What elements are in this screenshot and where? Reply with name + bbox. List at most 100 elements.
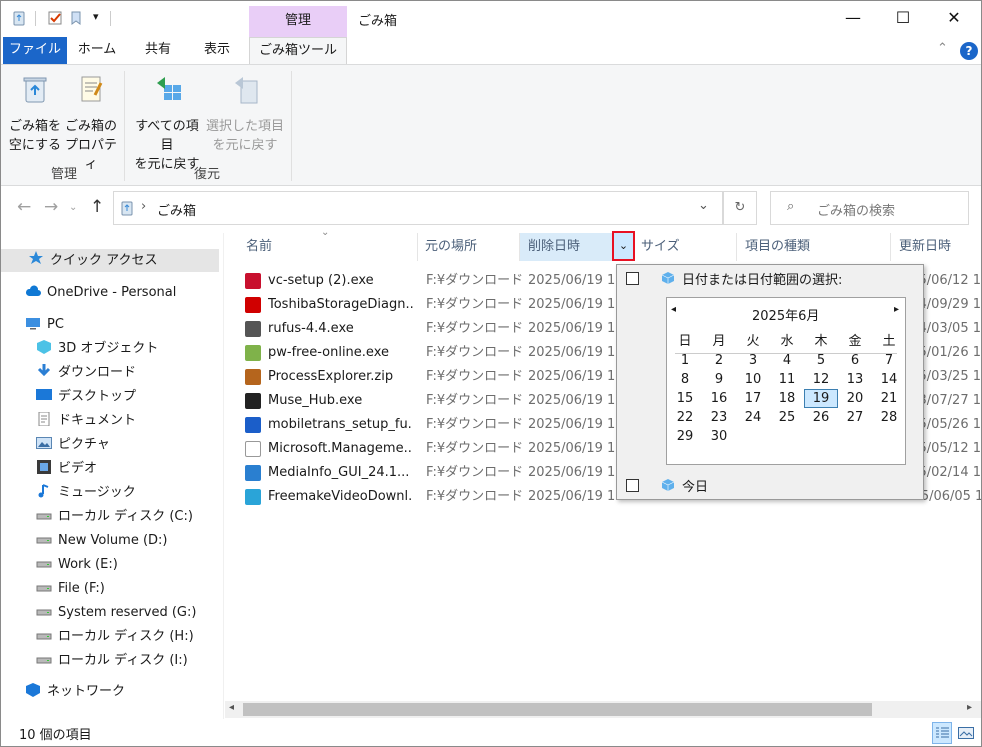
drive-icon <box>36 627 52 641</box>
calendar-day[interactable]: 8 <box>668 370 702 389</box>
sidebar-item-4[interactable]: ダウンロード <box>36 361 136 384</box>
calendar-day[interactable]: 14 <box>872 370 906 389</box>
sidebar-item-10[interactable]: ローカル ディスク (C:) <box>36 505 193 528</box>
column-header-modified[interactable]: 更新日時 <box>891 233 981 261</box>
sidebar-item-2[interactable]: PC <box>25 313 64 336</box>
close-button[interactable]: ✕ <box>931 1 977 37</box>
calendar-day[interactable]: 1 <box>668 351 702 370</box>
calendar-day[interactable]: 10 <box>736 370 770 389</box>
column-header-size[interactable]: サイズ <box>635 233 735 261</box>
sidebar-item-1[interactable]: OneDrive - Personal <box>25 281 176 304</box>
calendar-day[interactable]: 13 <box>838 370 872 389</box>
deleted-filter-dropdown-button[interactable]: ⌄ <box>612 231 635 261</box>
restore-all-button[interactable]: すべての項目 を元に戻す <box>129 65 205 174</box>
sidebar-item-15[interactable]: ローカル ディスク (H:) <box>36 625 194 648</box>
calendar-day-selected[interactable]: 19 <box>804 389 838 408</box>
sidebar-item-13[interactable]: File (F:) <box>36 577 105 600</box>
calendar-day[interactable]: 22 <box>668 408 702 427</box>
maximize-button[interactable]: ☐ <box>880 1 926 37</box>
calendar-day[interactable]: 2 <box>702 351 736 370</box>
tab-share[interactable]: 共有 <box>133 37 183 64</box>
date-range-checkbox[interactable] <box>626 272 639 285</box>
sidebar-item-8[interactable]: ビデオ <box>36 457 97 480</box>
calendar-day[interactable]: 12 <box>804 370 838 389</box>
calendar-month-title[interactable]: 2025年6月 <box>752 305 819 324</box>
tab-home[interactable]: ホーム <box>71 37 123 64</box>
sidebar-item-12[interactable]: Work (E:) <box>36 553 118 576</box>
calendar-day[interactable]: 20 <box>838 389 872 408</box>
sidebar-item-3[interactable]: 3D オブジェクト <box>36 337 158 360</box>
calendar-day[interactable]: 11 <box>770 370 804 389</box>
calendar-day[interactable]: 5 <box>804 351 838 370</box>
help-icon[interactable]: ? <box>960 42 978 60</box>
prev-month-icon[interactable]: ◂ <box>671 304 676 315</box>
calendar-day[interactable]: 15 <box>668 389 702 408</box>
calendar-day[interactable]: 23 <box>702 408 736 427</box>
calendar-day[interactable]: 7 <box>872 351 906 370</box>
file-name: Muse_Hub.exe <box>268 393 363 408</box>
today-checkbox[interactable] <box>626 479 639 492</box>
tab-recycle-bin-tools[interactable]: ごみ箱ツール <box>249 37 347 65</box>
drive-icon <box>36 555 52 569</box>
sidebar-item-7[interactable]: ピクチャ <box>36 433 110 456</box>
calendar-day[interactable]: 6 <box>838 351 872 370</box>
calendar-day[interactable]: 30 <box>702 427 736 446</box>
column-header-type[interactable]: 項目の種類 <box>737 233 890 261</box>
forward-arrow-icon[interactable]: → <box>44 197 58 217</box>
calendar-day[interactable]: 17 <box>736 389 770 408</box>
scroll-right-icon[interactable]: ▸ <box>967 702 972 713</box>
sidebar-item-6[interactable]: ドキュメント <box>36 409 136 432</box>
sidebar-item-0[interactable]: クイック アクセス <box>1 249 219 272</box>
details-view-button[interactable] <box>932 722 952 744</box>
sidebar-item-5[interactable]: デスクトップ <box>36 385 136 408</box>
sidebar-item-17[interactable]: ネットワーク <box>25 680 125 703</box>
column-header-name[interactable]: 名前 <box>237 233 417 261</box>
sidebar-item-11[interactable]: New Volume (D:) <box>36 529 168 552</box>
new-folder-icon[interactable] <box>69 10 85 26</box>
customize-quick-access-icon[interactable]: ▾ <box>93 10 99 23</box>
empty-recycle-bin-button[interactable]: ごみ箱を 空にする <box>7 65 63 155</box>
search-input[interactable]: ⌕ ごみ箱の検索 <box>770 191 969 225</box>
properties-icon[interactable] <box>47 10 63 26</box>
refresh-button[interactable]: ↻ <box>723 191 757 225</box>
calendar-day[interactable]: 16 <box>702 389 736 408</box>
back-arrow-icon[interactable]: ← <box>17 197 31 217</box>
calendar-day[interactable]: 21 <box>872 389 906 408</box>
recent-locations-icon[interactable]: ⌄ <box>69 202 77 213</box>
restore-selected-button[interactable]: 選択した項目 を元に戻す <box>205 65 285 155</box>
breadcrumb-recycle-bin[interactable]: ごみ箱 <box>157 200 196 219</box>
pane-separator[interactable] <box>223 233 224 719</box>
group-manage: 管理 <box>50 167 77 182</box>
address-bar[interactable]: › ごみ箱 ⌄ <box>113 191 723 225</box>
sidebar-item-14[interactable]: System reserved (G:) <box>36 601 196 624</box>
next-month-icon[interactable]: ▸ <box>894 304 899 315</box>
calendar-day[interactable]: 26 <box>804 408 838 427</box>
minimize-button[interactable]: — <box>830 1 876 37</box>
calendar-day[interactable]: 4 <box>770 351 804 370</box>
column-header-deleted[interactable]: 削除日時 <box>520 233 612 261</box>
sidebar-item-label: ネットワーク <box>47 684 126 699</box>
calendar-day[interactable]: 24 <box>736 408 770 427</box>
calendar-day[interactable]: 27 <box>838 408 872 427</box>
collapse-ribbon-icon[interactable]: ⌃ <box>937 41 948 56</box>
sidebar-item-9[interactable]: ミュージック <box>36 481 136 504</box>
calendar-day[interactable]: 28 <box>872 408 906 427</box>
calendar-day[interactable]: 3 <box>736 351 770 370</box>
recycle-bin-properties-button[interactable]: ごみ箱の プロパティ <box>61 65 121 174</box>
column-header-location[interactable]: 元の場所 <box>418 233 519 261</box>
calendar-day[interactable]: 9 <box>702 370 736 389</box>
scrollbar-thumb[interactable] <box>243 703 872 716</box>
status-bar: 10 個の項目 <box>1 719 981 746</box>
horizontal-scrollbar[interactable]: ◂ ▸ <box>225 701 981 718</box>
sidebar-item-16[interactable]: ローカル ディスク (I:) <box>36 649 188 672</box>
calendar-day[interactable]: 18 <box>770 389 804 408</box>
ribbon: ごみ箱を 空にする ごみ箱の プロパティ 管理 すべての項目 を元に戻す 選択し… <box>1 64 981 186</box>
tab-view[interactable]: 表示 <box>191 37 243 64</box>
calendar-day[interactable]: 29 <box>668 427 702 446</box>
scroll-left-icon[interactable]: ◂ <box>229 702 234 713</box>
tab-file[interactable]: ファイル <box>3 37 67 64</box>
address-dropdown-icon[interactable]: ⌄ <box>698 198 709 213</box>
up-arrow-icon[interactable]: ↑ <box>90 197 104 217</box>
large-icons-view-button[interactable] <box>956 722 976 744</box>
calendar-day[interactable]: 25 <box>770 408 804 427</box>
